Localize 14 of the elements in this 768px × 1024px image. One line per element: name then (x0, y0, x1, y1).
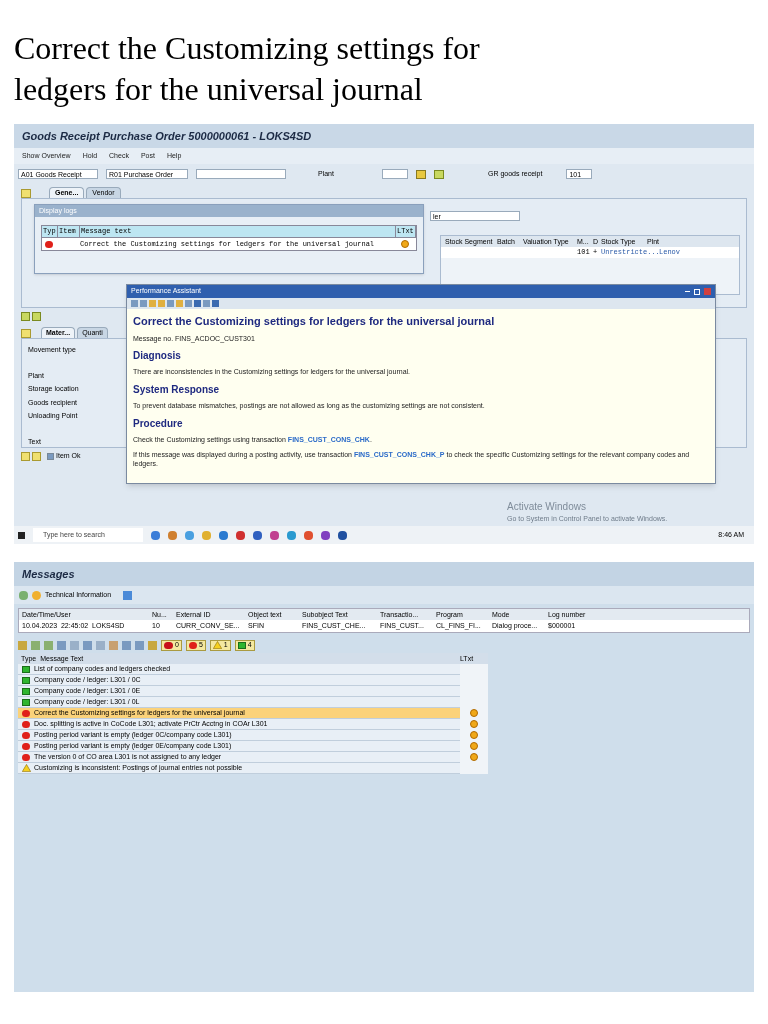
activation-title: Activate Windows (507, 499, 587, 514)
page-title: Correct the Customizing settings for ledgers for the universal journal (14, 29, 481, 109)
window-title: Goods Receipt Purchase Order 5000000061 - LOKS4SD (22, 128, 312, 144)
input-field[interactable] (381, 169, 408, 179)
section-heading: System Response (133, 383, 220, 397)
maximize-icon[interactable] (694, 288, 700, 295)
message-heading: Correct the Customizing settings for ledgers for the universal journal (133, 314, 495, 329)
section-heading: Diagnosis (133, 349, 181, 363)
start-icon[interactable] (18, 531, 25, 539)
checkbox[interactable] (47, 452, 54, 460)
section-heading: Procedure (133, 417, 183, 431)
input-field[interactable] (196, 169, 286, 179)
long-text-icon[interactable] (401, 240, 409, 248)
window-title: Messages (22, 566, 75, 582)
